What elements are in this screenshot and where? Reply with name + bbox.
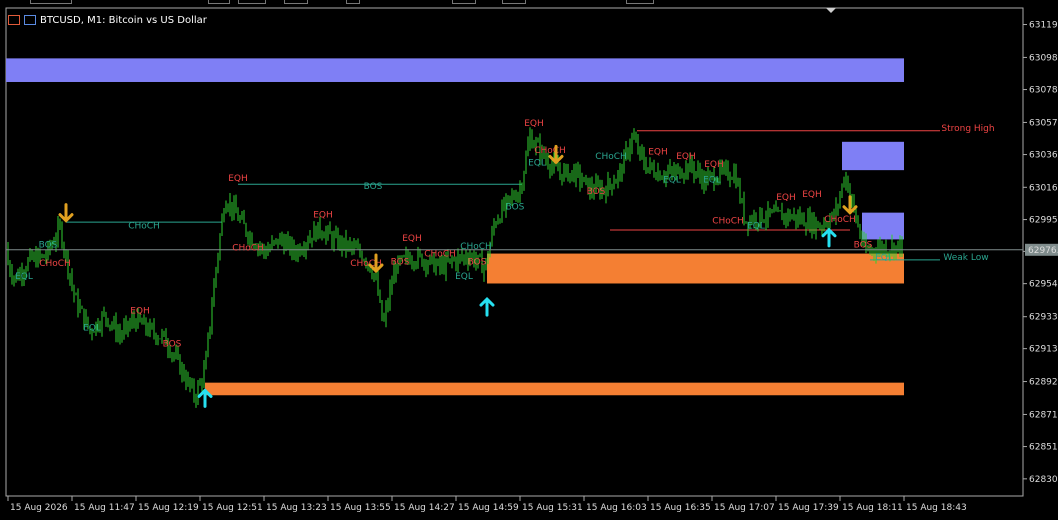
current-price-label: 62976.4 [1028, 246, 1058, 256]
buy-arrow-icon [197, 388, 213, 408]
time-label: 15 Aug 14:27 [394, 503, 455, 513]
price-chart[interactable]: EQH EQH EQH EQH EQH EQH EQH EQH EQH EQH EQL EQL EQL E… [0, 0, 1058, 520]
structure-label: CHoCH [424, 250, 456, 260]
time-label: 15 Aug 11:47 [74, 503, 135, 513]
structure-label: EQL [83, 324, 101, 334]
structure-label: EQH [648, 147, 668, 157]
structure-label: BOS [587, 187, 606, 197]
demand-zone-mid [487, 253, 904, 284]
structure-label: EQL [703, 176, 721, 186]
time-label: 15 Aug 2026 [10, 503, 68, 513]
chart-shift-marker[interactable] [826, 8, 836, 13]
price-label: 63057.3 [1029, 118, 1058, 128]
structure-label: EQH [704, 160, 724, 170]
time-label: 15 Aug 16:03 [586, 503, 647, 513]
time-label: 15 Aug 13:23 [266, 503, 327, 513]
structure-label: CHoCH [712, 217, 744, 227]
structure-label: BOS [468, 258, 487, 268]
time-label: 15 Aug 12:51 [202, 503, 263, 513]
time-label: 15 Aug 15:31 [522, 503, 583, 513]
time-label: 15 Aug 13:55 [330, 503, 391, 513]
structure-label: EQL [15, 272, 33, 282]
structure-label: CHoCH [824, 215, 856, 225]
structure-label: EQH [313, 210, 333, 220]
structure-label: EQH [802, 190, 822, 200]
structure-label: EQL [875, 253, 893, 263]
time-label: 15 Aug 18:11 [842, 503, 903, 513]
price-label: 62830.9 [1029, 475, 1058, 485]
structure-label: EQH [402, 234, 422, 244]
time-label: 15 Aug 16:35 [650, 503, 711, 513]
price-label: 63119.5 [1029, 21, 1058, 31]
price-label: 63078.2 [1029, 86, 1058, 96]
supply-zone-right-1 [842, 141, 904, 171]
buy-arrow-icon [821, 227, 837, 248]
structure-label: EQH [676, 152, 696, 162]
time-label: 15 Aug 17:07 [714, 503, 775, 513]
structure-label: CHoCH [39, 259, 71, 269]
time-label: 15 Aug 18:43 [906, 503, 967, 513]
time-label: 15 Aug 12:19 [138, 503, 199, 513]
demand-zone-low [205, 382, 904, 396]
structure-label: CHoCH [534, 146, 566, 156]
time-label: 15 Aug 17:39 [778, 503, 839, 513]
structure-label: CHoCH [595, 152, 627, 162]
time-label: 15 Aug 14:59 [458, 503, 519, 513]
price-label: 62871.8 [1029, 410, 1058, 420]
price-label: 62892.7 [1029, 378, 1058, 388]
structure-label: EQH [130, 306, 150, 316]
structure-label: CHoCH [128, 221, 160, 231]
structure-label: BOS [506, 202, 525, 212]
structure-label: EQL [528, 158, 546, 168]
structure-label: EQH [228, 174, 248, 184]
price-label: 62933.9 [1029, 313, 1058, 323]
structure-label: EQH [776, 193, 796, 203]
price-label: 62913.6 [1029, 345, 1058, 355]
structure-label: Strong High [941, 124, 994, 134]
price-label: 62851.4 [1029, 443, 1058, 453]
sell-arrow-icon [58, 203, 74, 223]
structure-label: BOS [391, 258, 410, 268]
supply-zone-top [6, 58, 904, 82]
structure-label: EQH [524, 119, 544, 129]
price-label: 62995.6 [1029, 216, 1058, 226]
structure-label: EQL [455, 272, 473, 282]
buy-arrow-icon [479, 296, 495, 317]
structure-label: Weak Low [943, 253, 988, 263]
structure-label: BOS [163, 339, 182, 349]
structure-label: EQL [747, 221, 765, 231]
structure-label: CHoCH [232, 243, 264, 253]
structure-label: BOS [39, 240, 58, 250]
structure-label: EQL [663, 176, 681, 186]
price-label: 63016.1 [1029, 183, 1058, 193]
price-label: 63098.6 [1029, 53, 1058, 63]
structure-label: BOS [854, 240, 873, 250]
price-label: 62954.9 [1029, 280, 1058, 290]
structure-label: CHoCH [460, 242, 492, 252]
chart-window[interactable]: BTCUSD, M1: Bitcoin vs US Dollar EQH EQH E… [0, 0, 1058, 520]
price-label: 63036.9 [1029, 151, 1058, 161]
supply-zone-right-2 [862, 212, 904, 240]
structure-label: BOS [364, 182, 383, 192]
